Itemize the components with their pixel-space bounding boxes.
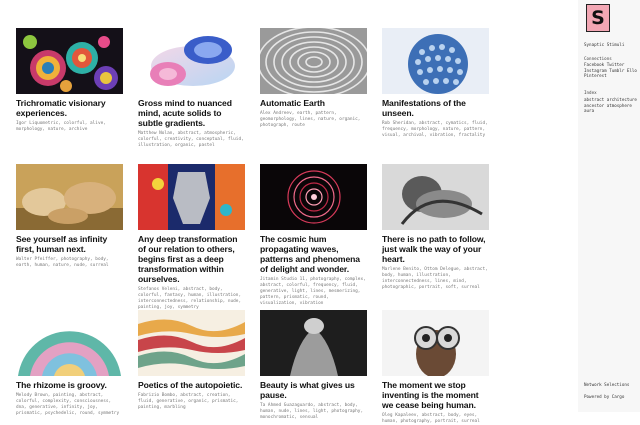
post-title[interactable]: There is no path to follow, just walk th… [382, 234, 489, 264]
post-title[interactable]: Trichromatic visionary experiences. [16, 98, 123, 118]
index-item[interactable]: abstract architecture [584, 97, 640, 103]
post-card[interactable]: Gross mind to nuanced mind, acute solids… [138, 28, 245, 149]
post-title[interactable]: The moment we stop inventing is the mome… [382, 380, 489, 410]
post-thumbnail[interactable] [260, 164, 367, 230]
post-card[interactable]: There is no path to follow, just walk th… [382, 164, 489, 291]
post-title[interactable]: Gross mind to nuanced mind, acute solids… [138, 98, 245, 128]
sidebar: S Synaptic Stimuli Connections Facebook … [578, 0, 640, 412]
post-card[interactable]: Beauty is what gives us pause. Ta Ahmed … [260, 310, 367, 421]
network-selections-link[interactable]: Network Selections [584, 382, 640, 388]
post-thumbnail[interactable] [382, 164, 489, 230]
index-item[interactable]: aura [584, 108, 640, 114]
post-title[interactable]: Automatic Earth [260, 98, 367, 108]
post-card[interactable]: See yourself as infinity first, human ne… [16, 164, 123, 269]
post-tags: Ta Ahmed Guazaguardo, abstract, body, hu… [260, 403, 364, 420]
post-thumbnail[interactable] [138, 164, 245, 230]
post-tags: Rob Sheridan, abstract, cymatics, fluid,… [382, 121, 488, 138]
index-label: Index [584, 90, 597, 95]
site-logo[interactable]: S [586, 4, 610, 32]
post-thumbnail[interactable] [382, 310, 489, 376]
post-tags: Igor Liquometric, colorful, alive, morph… [16, 121, 106, 132]
post-tags: Walter Pfeiffer, photography, body, eart… [16, 257, 109, 268]
post-tags: Marlene Benito, Ottom Delegue, abstract,… [382, 267, 488, 290]
post-thumbnail[interactable] [16, 310, 123, 376]
powered-by-cargo[interactable]: Powered by Cargo [584, 394, 640, 400]
post-title[interactable]: The rhizome is groovy. [16, 380, 123, 390]
post-card[interactable]: The cosmic hum propagating waves, patter… [260, 164, 367, 307]
post-title[interactable]: Manifestations of the unseen. [382, 98, 489, 118]
post-card[interactable]: Any deep transformation of our relation … [138, 164, 245, 311]
post-tags: Stefanos Veleni, abstract, body, colorfu… [138, 287, 242, 310]
post-card[interactable]: Automatic Earth Alex Andreev, earth, pat… [260, 28, 367, 129]
post-thumbnail[interactable] [260, 310, 367, 376]
post-card[interactable]: Trichromatic visionary experiences. Igor… [16, 28, 123, 133]
post-tags: Oleg Kapaleev, abstract, body, eyes, hum… [382, 413, 480, 424]
post-thumbnail[interactable] [138, 28, 245, 94]
post-title[interactable]: Poetics of the autopoietic. [138, 380, 245, 390]
post-tags: Jitamin Studio 11, photography, complex,… [260, 277, 366, 306]
connections-label: Connections [584, 56, 612, 61]
post-thumbnail[interactable] [260, 28, 367, 94]
post-tags: Fabrizio Bombo, abstract, creation, flui… [138, 393, 239, 410]
index-list: abstract architecture ancestor atmospher… [584, 97, 640, 114]
connections-links[interactable]: Facebook Twitter Instagram Tumblr Ello P… [584, 62, 640, 79]
post-tags: Matthew Nolan, abstract, atmospheric, co… [138, 131, 244, 148]
post-tags: Alex Andreev, earth, pattern, geomorphol… [260, 111, 361, 128]
post-thumbnail[interactable] [138, 310, 245, 376]
post-thumbnail[interactable] [382, 28, 489, 94]
site-tagline[interactable]: Synaptic Stimuli [584, 42, 640, 48]
post-tags: Melody Brown, painting, abstract, colorf… [16, 393, 120, 416]
post-thumbnail[interactable] [16, 28, 123, 94]
post-title[interactable]: See yourself as infinity first, human ne… [16, 234, 123, 254]
post-card[interactable]: Manifestations of the unseen. Rob Sherid… [382, 28, 489, 139]
post-card[interactable]: The rhizome is groovy. Melody Brown, pai… [16, 310, 123, 417]
post-title[interactable]: Beauty is what gives us pause. [260, 380, 367, 400]
post-title[interactable]: The cosmic hum propagating waves, patter… [260, 234, 367, 274]
post-title[interactable]: Any deep transformation of our relation … [138, 234, 245, 284]
post-card[interactable]: Poetics of the autopoietic. Fabrizio Bom… [138, 310, 245, 411]
post-card[interactable]: The moment we stop inventing is the mome… [382, 310, 489, 425]
post-thumbnail[interactable] [16, 164, 123, 230]
